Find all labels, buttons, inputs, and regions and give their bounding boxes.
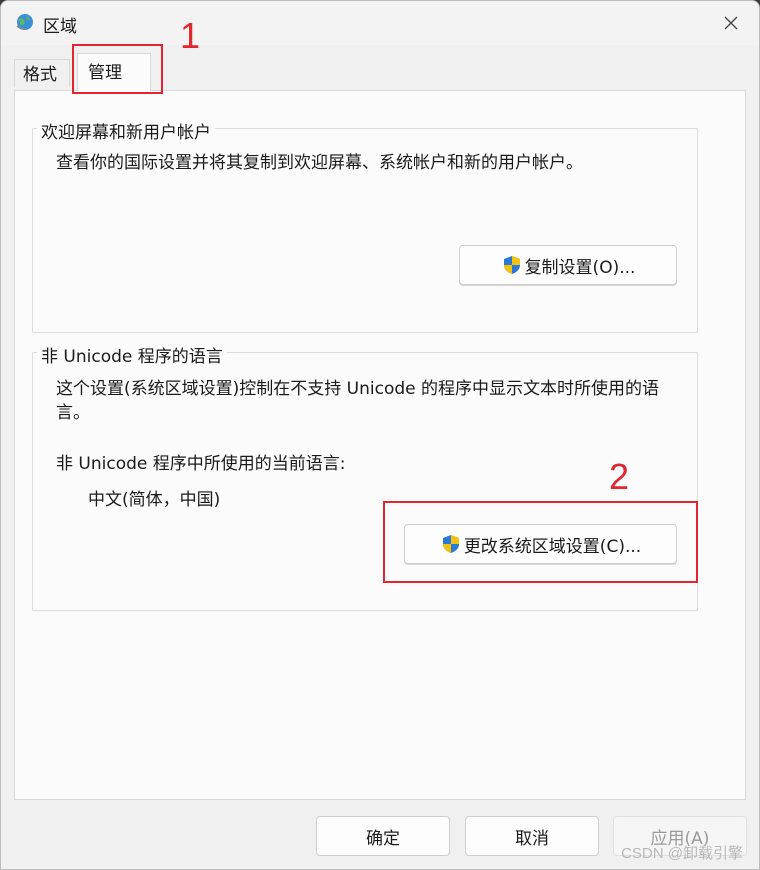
- copy-settings-label: 复制设置(O)...: [524, 257, 636, 278]
- annotation-number-1: 1: [180, 15, 201, 56]
- region-dialog: 区域 格式 管理 欢迎屏幕和新用户帐户 查看你的国际设置并将其复制到欢迎屏幕、系…: [0, 0, 760, 870]
- welcome-description: 查看你的国际设置并将其复制到欢迎屏幕、系统帐户和新的用户帐户。: [56, 153, 583, 173]
- ok-button[interactable]: 确定: [316, 816, 450, 856]
- copy-settings-button[interactable]: 复制设置(O)...: [459, 245, 677, 285]
- cancel-button[interactable]: 取消: [465, 816, 599, 856]
- close-icon: [724, 16, 738, 30]
- welcome-group-title: 欢迎屏幕和新用户帐户: [37, 118, 215, 143]
- globe-icon: [16, 14, 33, 30]
- unicode-group-title: 非 Unicode 程序的语言: [37, 342, 227, 367]
- annotation-box-step1: [72, 44, 163, 94]
- watermark: CSDN @卸载引擎: [621, 845, 743, 862]
- shield-icon: [503, 256, 520, 274]
- annotation-number-2: 2: [609, 456, 630, 497]
- current-language-label: 非 Unicode 程序中所使用的当前语言:: [56, 454, 346, 474]
- close-button[interactable]: [711, 5, 751, 41]
- tab-format[interactable]: 格式: [14, 59, 70, 87]
- unicode-description: 这个设置(系统区域设置)控制在不支持 Unicode 的程序中显示文本时所使用的…: [56, 379, 660, 423]
- current-language-value: 中文(简体，中国): [88, 490, 221, 510]
- title-bar: 区域: [1, 1, 759, 45]
- window-title: 区域: [43, 17, 77, 37]
- annotation-box-step2: [383, 501, 698, 583]
